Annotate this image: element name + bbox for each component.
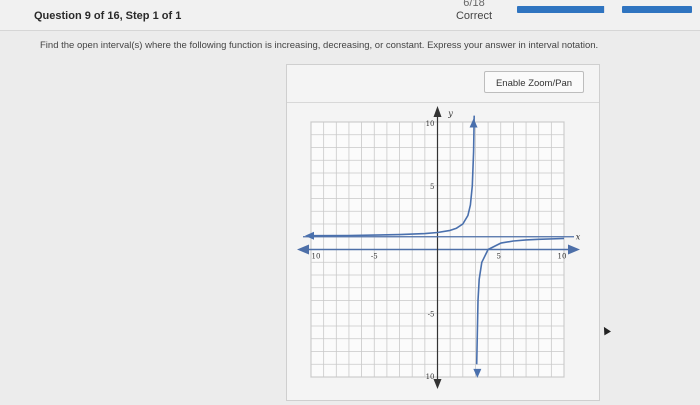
axis-label-y: y xyxy=(447,109,453,118)
x-axis-arrow-left xyxy=(297,244,309,255)
tick-label-y-5: 5 xyxy=(430,183,434,191)
tick-label-x-neg10: 10 xyxy=(312,253,321,261)
tick-label-y-neg5: -5 xyxy=(428,310,435,318)
axis-label-x: x xyxy=(576,233,581,242)
y-axis-arrow-down xyxy=(433,379,442,389)
tick-label-x-neg5: -5 xyxy=(371,253,378,261)
curve-arrow-left xyxy=(305,231,314,240)
tick-label-x-10: 10 xyxy=(558,253,567,261)
tick-label-y-neg10: 10 xyxy=(426,373,435,381)
x-axis-arrow-right xyxy=(568,244,580,255)
function-graph: 10 -5 5 10 10 5 -5 10 x y xyxy=(297,106,581,389)
tick-label-y-10: 10 xyxy=(426,120,435,128)
y-axis-arrow-up xyxy=(433,106,442,117)
tick-label-x-5: 5 xyxy=(497,253,501,261)
